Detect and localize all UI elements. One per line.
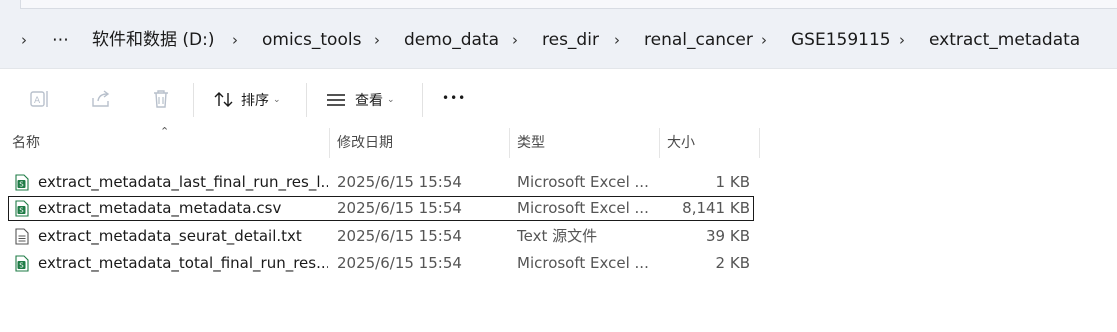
column-header-size[interactable]: 大小 <box>667 128 695 158</box>
view-list-icon <box>327 94 345 106</box>
file-size: 39 KB <box>706 227 750 245</box>
column-header-type[interactable]: 类型 <box>517 128 545 158</box>
file-name: extract_metadata_total_final_run_res... <box>38 254 328 272</box>
file-row[interactable]: S extract_metadata_last_final_run_res_l.… <box>8 170 754 195</box>
file-type: Text 源文件 <box>517 227 598 245</box>
chevron-right-icon[interactable]: › <box>761 29 767 51</box>
file-row[interactable]: S extract_metadata_total_final_run_res..… <box>8 251 754 276</box>
rename-icon[interactable]: A <box>30 89 52 109</box>
address-bar[interactable]: › ⋯ 软件和数据 (D:) › omics_tools › demo_data… <box>0 10 1117 68</box>
column-header-name[interactable]: 名称 <box>12 128 40 158</box>
text-file-icon <box>15 228 29 245</box>
delete-icon[interactable] <box>150 89 172 109</box>
crumb-omics-tools[interactable]: omics_tools <box>262 29 361 51</box>
file-size: 1 KB <box>715 173 750 191</box>
chevron-right-icon[interactable]: › <box>614 29 620 51</box>
file-type: Microsoft Excel ... <box>517 173 649 191</box>
view-label: 查看 <box>355 93 383 109</box>
column-divider[interactable] <box>659 128 660 158</box>
svg-text:A: A <box>34 96 41 106</box>
file-date: 2025/6/15 15:54 <box>337 227 462 245</box>
view-button[interactable]: 查看 ⌄ <box>325 90 395 110</box>
svg-text:S: S <box>19 181 24 189</box>
file-row-selected[interactable]: S extract_metadata_metadata.csv 2025/6/1… <box>8 196 754 221</box>
chevron-down-icon: ⌄ <box>387 95 395 105</box>
crumb-demo-data[interactable]: demo_data <box>404 29 499 51</box>
chevron-right-icon[interactable]: › <box>899 29 905 51</box>
sort-ascending-icon: ⌃ <box>160 125 170 138</box>
title-strip <box>0 0 1117 10</box>
file-name: extract_metadata_last_final_run_res_l... <box>38 173 328 191</box>
toolbar-divider <box>193 83 194 117</box>
excel-csv-icon: S <box>15 200 29 217</box>
column-divider[interactable] <box>329 128 330 158</box>
command-bar: A 排序 ⌄ 查看 ⌄ ••• <box>0 68 1117 129</box>
toolbar-divider <box>422 83 423 117</box>
crumb-extract-metadata[interactable]: extract_metadata <box>929 29 1080 51</box>
file-size: 2 KB <box>715 254 750 272</box>
chevron-right-icon[interactable]: › <box>21 29 27 51</box>
column-divider[interactable] <box>759 128 760 158</box>
svg-text:S: S <box>19 262 24 270</box>
tab-strip <box>20 0 1117 9</box>
sort-button[interactable]: 排序 ⌄ <box>213 90 281 110</box>
chevron-right-icon[interactable]: › <box>512 29 518 51</box>
crumb-drive[interactable]: 软件和数据 (D:) <box>92 29 215 51</box>
column-header-date[interactable]: 修改日期 <box>337 128 393 158</box>
file-name: extract_metadata_metadata.csv <box>38 199 282 217</box>
sort-label: 排序 <box>241 93 269 109</box>
file-size: 8,141 KB <box>682 199 750 217</box>
crumb-gse159115[interactable]: GSE159115 <box>791 29 891 51</box>
file-type: Microsoft Excel ... <box>517 199 649 217</box>
more-options-button[interactable]: ••• <box>442 91 466 105</box>
excel-csv-icon: S <box>15 174 29 191</box>
file-type: Microsoft Excel ... <box>517 254 649 272</box>
svg-text:S: S <box>19 207 24 215</box>
file-date: 2025/6/15 15:54 <box>337 173 462 191</box>
file-date: 2025/6/15 15:54 <box>337 254 462 272</box>
toolbar-divider <box>306 83 307 117</box>
column-divider[interactable] <box>509 128 510 158</box>
crumb-renal-cancer[interactable]: renal_cancer <box>644 29 753 51</box>
excel-csv-icon: S <box>15 255 29 272</box>
file-name: extract_metadata_seurat_detail.txt <box>38 227 302 245</box>
file-date: 2025/6/15 15:54 <box>337 199 462 217</box>
overflow-crumb-button[interactable]: ⋯ <box>52 29 69 51</box>
crumb-res-dir[interactable]: res_dir <box>542 29 599 51</box>
file-row[interactable]: extract_metadata_seurat_detail.txt 2025/… <box>8 224 754 249</box>
chevron-right-icon[interactable]: › <box>232 29 238 51</box>
share-icon[interactable] <box>90 89 112 109</box>
chevron-right-icon[interactable]: › <box>374 29 380 51</box>
chevron-down-icon: ⌄ <box>273 95 281 105</box>
sort-icon <box>214 92 233 107</box>
